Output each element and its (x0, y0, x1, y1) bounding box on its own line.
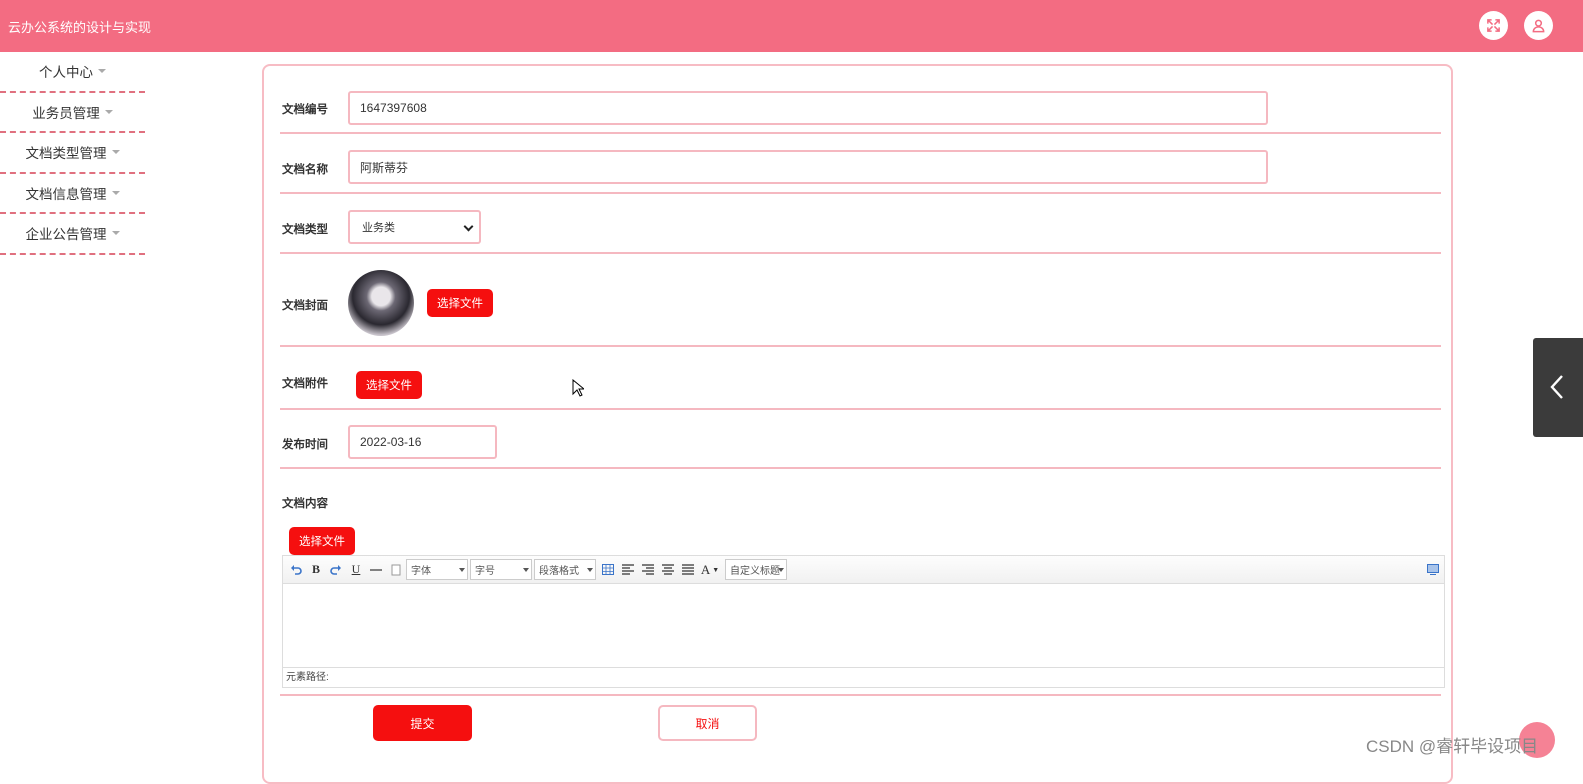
side-drawer-toggle[interactable] (1533, 338, 1583, 437)
editor-toolbar: B U 字体 字号 段落格式 A ▼ 自定义标题 (283, 556, 1444, 584)
doc-type-value: 业务类 (362, 222, 395, 234)
doc-no-label: 文档编号 (282, 104, 328, 116)
sidebar-item-announcement[interactable]: 企业公告管理 (0, 214, 145, 255)
editor-status-path: 元素路径: (283, 667, 1444, 687)
font-family-select[interactable]: 字体 (406, 559, 468, 580)
doc-attachment-row: 文档附件 选择文件 (280, 347, 1441, 410)
publish-time-input[interactable]: 2022-03-16 (348, 425, 497, 459)
watermark-text: CSDN @睿轩毕设项目 (1366, 737, 1539, 756)
fullscreen-button[interactable] (1479, 11, 1508, 40)
doc-name-row: 文档名称 阿斯蒂芬 (280, 134, 1441, 194)
page-break-icon[interactable] (389, 561, 403, 578)
caret-down-icon (104, 109, 113, 114)
doc-attachment-label: 文档附件 (282, 378, 328, 390)
font-color-label: A (700, 561, 711, 577)
chevron-left-icon (1550, 375, 1563, 399)
doc-no-input[interactable]: 1647397608 (348, 91, 1268, 125)
sidebar-item-label: 文档信息管理 (25, 186, 107, 202)
attachment-choose-file-button[interactable]: 选择文件 (356, 371, 422, 399)
sidebar-item-label: 业务员管理 (32, 105, 100, 121)
top-header: 云办公系统的设计与实现 (0, 0, 1583, 52)
doc-cover-label: 文档封面 (282, 300, 328, 312)
sidebar-item-label: 个人中心 (39, 65, 93, 81)
doc-type-row: 文档类型 业务类 (280, 194, 1441, 254)
align-center-icon[interactable] (661, 561, 675, 578)
font-color-button[interactable]: A ▼ (699, 561, 721, 578)
rich-text-editor: B U 字体 字号 段落格式 A ▼ 自定义标题 元素路径: (282, 555, 1445, 688)
doc-name-label: 文档名称 (282, 164, 328, 176)
cover-choose-file-button[interactable]: 选择文件 (427, 289, 493, 317)
caret-down-icon (111, 150, 120, 155)
mouse-cursor-icon (572, 379, 584, 397)
sidebar: 个人中心 业务员管理 文档类型管理 文档信息管理 企业公告管理 (0, 52, 145, 255)
table-icon[interactable] (601, 561, 615, 578)
sidebar-item-personal-center[interactable]: 个人中心 (0, 52, 145, 93)
sidebar-item-salesperson[interactable]: 业务员管理 (0, 93, 145, 133)
user-button[interactable] (1524, 11, 1553, 40)
doc-cover-row: 文档封面 选择文件 (280, 254, 1441, 347)
font-size-select[interactable]: 字号 (470, 559, 532, 580)
custom-title-select[interactable]: 自定义标题 (725, 559, 787, 580)
preview-icon[interactable] (1426, 561, 1440, 578)
doc-type-select[interactable]: 业务类 (348, 210, 481, 244)
submit-button[interactable]: 提交 (373, 705, 472, 741)
doc-content-label: 文档内容 (282, 498, 328, 510)
publish-time-row: 发布时间 2022-03-16 (280, 410, 1441, 469)
cover-image (348, 270, 414, 336)
bold-button[interactable]: B (309, 561, 323, 578)
user-icon (1532, 19, 1545, 33)
align-justify-icon[interactable] (681, 561, 695, 578)
doc-name-input[interactable]: 阿斯蒂芬 (348, 150, 1268, 184)
horizontal-rule-icon[interactable] (369, 561, 383, 578)
chevron-down-icon (463, 221, 474, 232)
form-panel: 文档编号 1647397608 文档名称 阿斯蒂芬 文档类型 业务类 文档封面 … (262, 64, 1453, 784)
cancel-button[interactable]: 取消 (658, 705, 757, 741)
paragraph-format-select[interactable]: 段落格式 (534, 559, 596, 580)
caret-down-icon (111, 190, 120, 195)
undo-icon[interactable] (289, 561, 303, 578)
app-title: 云办公系统的设计与实现 (8, 20, 152, 35)
redo-icon[interactable] (329, 561, 343, 578)
align-right-icon[interactable] (641, 561, 655, 578)
expand-icon (1487, 19, 1500, 32)
underline-button[interactable]: U (349, 561, 363, 578)
caret-down-icon (98, 69, 106, 74)
align-left-icon[interactable] (621, 561, 635, 578)
doc-type-label: 文档类型 (282, 224, 328, 236)
publish-time-label: 发布时间 (282, 439, 328, 451)
editor-content-area[interactable] (283, 584, 1444, 666)
sidebar-item-doc-type[interactable]: 文档类型管理 (0, 133, 145, 174)
caret-down-icon (111, 231, 120, 236)
sidebar-item-label: 文档类型管理 (25, 146, 107, 162)
caret-down-icon: ▼ (712, 565, 720, 574)
doc-no-row: 文档编号 1647397608 (280, 66, 1441, 134)
content-choose-file-button[interactable]: 选择文件 (289, 527, 355, 555)
sidebar-item-label: 企业公告管理 (25, 227, 107, 243)
sidebar-item-doc-info[interactable]: 文档信息管理 (0, 174, 145, 214)
